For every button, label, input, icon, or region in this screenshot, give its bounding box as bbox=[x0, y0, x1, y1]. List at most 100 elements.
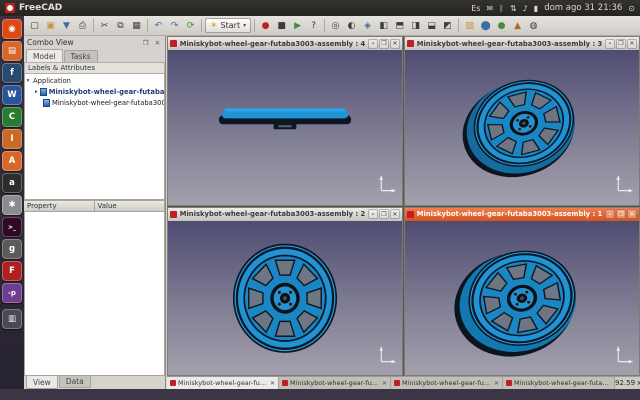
panel-float-icon[interactable]: ❐ bbox=[141, 39, 150, 47]
minimize-icon[interactable]: – bbox=[368, 39, 378, 49]
window-tab-2[interactable]: Miniskybot-wheel-gear-futaba3003-assembl… bbox=[279, 377, 391, 389]
wheel-side-view bbox=[168, 50, 402, 205]
caret-down-icon[interactable]: ▾ bbox=[25, 78, 31, 84]
undo-icon[interactable]: ↶ bbox=[151, 18, 166, 33]
launcher-system-settings[interactable]: ✱ bbox=[2, 195, 22, 215]
window-tab-3[interactable]: Miniskybot-wheel-gear-futaba3003-assembl… bbox=[391, 377, 503, 389]
redo-icon[interactable]: ↷ bbox=[167, 18, 182, 33]
view-axonometric-icon[interactable]: ◈ bbox=[360, 18, 375, 33]
maximize-icon[interactable]: ❐ bbox=[616, 39, 626, 49]
mail-icon[interactable]: ✉ bbox=[486, 4, 493, 13]
panel-close-icon[interactable]: ✕ bbox=[153, 39, 162, 47]
macro-execute-icon[interactable]: ▶ bbox=[290, 18, 305, 33]
value-column-header[interactable]: Value bbox=[94, 200, 166, 212]
window-tab-4[interactable]: Miniskybot-wheel-gear-futaba3 bbox=[503, 377, 615, 389]
bluetooth-icon[interactable]: ᛒ bbox=[499, 4, 504, 13]
view-top-icon[interactable]: ⬒ bbox=[392, 18, 407, 33]
battery-icon[interactable]: ▮ bbox=[534, 4, 538, 13]
refresh-icon[interactable]: ⟳ bbox=[183, 18, 198, 33]
workbench-selector[interactable]: ✶ Start ▾ bbox=[205, 18, 251, 33]
launcher-ubuntu-dash[interactable]: ◉ bbox=[2, 19, 22, 39]
freecad-app-icon bbox=[5, 3, 15, 13]
property-column-header[interactable]: Property bbox=[23, 200, 95, 212]
viewport-axonometric-view[interactable] bbox=[405, 221, 639, 376]
maximize-icon[interactable]: ❐ bbox=[616, 209, 626, 219]
tree-item-application[interactable]: ▾ Application bbox=[25, 75, 164, 86]
tree-item-document-2[interactable]: Miniskybot-wheel-gear-futaba3003-assembl… bbox=[25, 97, 164, 108]
mdi-window-4[interactable]: Miniskybot-wheel-gear-futaba3003-assembl… bbox=[167, 36, 403, 206]
minimize-icon[interactable]: – bbox=[605, 39, 615, 49]
view-right-icon[interactable]: ◨ bbox=[408, 18, 423, 33]
part-torus-icon[interactable]: ◍ bbox=[526, 18, 541, 33]
tab-close-icon[interactable]: ✕ bbox=[494, 380, 499, 387]
mdi-window-2-titlebar[interactable]: Miniskybot-wheel-gear-futaba3003-assembl… bbox=[168, 208, 402, 221]
part-box-icon[interactable]: ▧ bbox=[462, 18, 477, 33]
property-table-body[interactable] bbox=[24, 212, 165, 376]
mdi-window-3[interactable]: Miniskybot-wheel-gear-futaba3003-assembl… bbox=[404, 36, 640, 206]
part-cylinder-icon[interactable]: ⬤ bbox=[478, 18, 493, 33]
close-icon[interactable]: ✕ bbox=[627, 39, 637, 49]
launcher-libreoffice-calc[interactable]: C bbox=[2, 107, 22, 127]
caret-right-icon[interactable]: ▸ bbox=[35, 89, 38, 95]
launcher-libreoffice-writer[interactable]: W bbox=[2, 85, 22, 105]
launcher-gimp[interactable]: g bbox=[2, 239, 22, 259]
part-sphere-icon[interactable]: ● bbox=[494, 18, 509, 33]
view-rear-icon[interactable]: ⬓ bbox=[424, 18, 439, 33]
volume-icon[interactable]: ♪ bbox=[523, 4, 528, 13]
tab-close-icon[interactable]: ✕ bbox=[270, 380, 275, 387]
cut-icon[interactable]: ✂ bbox=[97, 18, 112, 33]
launcher-purple-app[interactable]: -p bbox=[2, 283, 22, 303]
window-tab-1[interactable]: Miniskybot-wheel-gear-futaba3003-assembl… bbox=[167, 377, 279, 389]
launcher-ubuntu-software[interactable]: A bbox=[2, 151, 22, 171]
document-save-icon[interactable]: ▼ bbox=[59, 18, 74, 33]
tab-view[interactable]: View bbox=[26, 376, 58, 389]
launcher-amazon[interactable]: a bbox=[2, 173, 22, 193]
mdi-window-1[interactable]: Miniskybot-wheel-gear-futaba3003-assembl… bbox=[404, 207, 640, 377]
mdi-window-4-titlebar[interactable]: Miniskybot-wheel-gear-futaba3003-assembl… bbox=[168, 37, 402, 50]
tab-model[interactable]: Model bbox=[26, 49, 63, 62]
view-bottom-icon[interactable]: ◩ bbox=[440, 18, 455, 33]
maximize-icon[interactable]: ❐ bbox=[379, 39, 389, 49]
document-open-icon[interactable]: ▣ bbox=[43, 18, 58, 33]
view-fit-all-icon[interactable]: ◎ bbox=[328, 18, 343, 33]
maximize-icon[interactable]: ❐ bbox=[379, 209, 389, 219]
launcher-firefox[interactable]: f bbox=[2, 63, 22, 83]
view-front-icon[interactable]: ◧ bbox=[376, 18, 391, 33]
document-new-icon[interactable]: ▢ bbox=[27, 18, 42, 33]
clock[interactable]: dom ago 31 21:36 bbox=[544, 3, 622, 13]
launcher-files[interactable]: ▤ bbox=[2, 41, 22, 61]
draw-style-icon[interactable]: ◐ bbox=[344, 18, 359, 33]
tree-item-document-1[interactable]: ▸ Miniskybot-wheel-gear-futaba3003-assem… bbox=[25, 86, 164, 97]
tab-data[interactable]: Data bbox=[59, 376, 91, 388]
paste-icon[interactable]: ▦ bbox=[129, 18, 144, 33]
part-cone-icon[interactable]: ▲ bbox=[510, 18, 525, 33]
launcher-libreoffice-impress[interactable]: I bbox=[2, 129, 22, 149]
macro-record-icon[interactable]: ● bbox=[258, 18, 273, 33]
launcher-terminal[interactable]: >_ bbox=[2, 217, 22, 237]
keyboard-indicator-icon[interactable]: Es bbox=[471, 4, 480, 13]
session-menu-icon[interactable]: ⊙ bbox=[628, 4, 635, 13]
tab-close-icon[interactable]: ✕ bbox=[382, 380, 387, 387]
close-icon[interactable]: ✕ bbox=[390, 209, 400, 219]
macro-stop-icon[interactable]: ■ bbox=[274, 18, 289, 33]
print-icon[interactable]: ⎙ bbox=[75, 18, 90, 33]
freecad-doc-icon bbox=[407, 211, 414, 218]
minimize-icon[interactable]: – bbox=[605, 209, 615, 219]
close-icon[interactable]: ✕ bbox=[390, 39, 400, 49]
viewport-axonometric-view[interactable] bbox=[405, 50, 639, 205]
launcher-freecad[interactable]: F bbox=[2, 261, 22, 281]
launcher-trash[interactable]: ▥ bbox=[2, 309, 22, 329]
whats-this-icon[interactable]: ? bbox=[306, 18, 321, 33]
viewport-side-view[interactable] bbox=[168, 50, 402, 205]
network-icon[interactable]: ⇅ bbox=[510, 4, 517, 13]
mdi-window-3-titlebar[interactable]: Miniskybot-wheel-gear-futaba3003-assembl… bbox=[405, 37, 639, 50]
mdi-window-1-titlebar[interactable]: Miniskybot-wheel-gear-futaba3003-assembl… bbox=[405, 208, 639, 221]
close-icon[interactable]: ✕ bbox=[627, 209, 637, 219]
mdi-window-2[interactable]: Miniskybot-wheel-gear-futaba3003-assembl… bbox=[167, 207, 403, 377]
mdi-window-title: Miniskybot-wheel-gear-futaba3003-assembl… bbox=[416, 40, 603, 48]
main-toolbar: ▢ ▣ ▼ ⎙ ✂ ⧉ ▦ ↶ ↷ ⟳ ✶ Start ▾ ● ■ ▶ ? ◎ … bbox=[24, 16, 640, 36]
tab-tasks[interactable]: Tasks bbox=[64, 50, 98, 62]
minimize-icon[interactable]: – bbox=[368, 209, 378, 219]
viewport-front-view[interactable] bbox=[168, 221, 402, 376]
copy-icon[interactable]: ⧉ bbox=[113, 18, 128, 33]
